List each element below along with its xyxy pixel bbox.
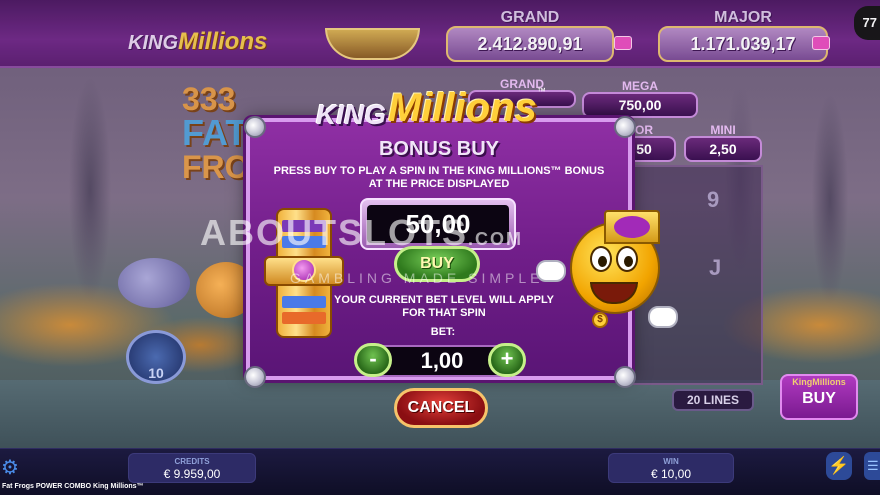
bet-label: BET: — [430, 326, 456, 338]
major-jackpot-value: 1.171.039,17 — [690, 34, 796, 54]
diamond-stud-icon — [614, 116, 636, 138]
header-logo-millions: Millions — [178, 28, 268, 55]
credits-display: CREDITS € 9.959,00 — [128, 453, 256, 483]
mini-jackpot-title: MINI — [710, 123, 736, 137]
game-name-label: Fat Frogs POWER COMBO King Millions™ — [2, 483, 144, 490]
mega-jackpot: MEGA 750,00 — [582, 79, 698, 118]
corner-badge[interactable]: 77 — [854, 6, 880, 40]
diamond-stud-icon — [244, 116, 266, 138]
diamond-stud-icon — [244, 366, 266, 388]
gem-icon — [614, 36, 632, 50]
glove-hand-icon — [648, 306, 678, 328]
king-millions-logo: KINGMillions™ — [316, 86, 546, 134]
mini-jackpot-value: 2,50 — [709, 141, 737, 157]
diamond-stud-icon — [614, 366, 636, 388]
side-bonus-buy-button[interactable]: KingMillions BUY — [780, 374, 858, 420]
reel-stripe — [282, 312, 326, 324]
crown-bowl-icon — [325, 28, 420, 60]
mega-jackpot-value: 750,00 — [618, 97, 662, 113]
reel-stripe — [282, 296, 326, 308]
logo-king: KING — [316, 99, 386, 130]
decrease-bet-button[interactable]: - — [354, 343, 392, 377]
grand-jackpot-value: 2.412.890,91 — [477, 34, 583, 54]
header-logo-king: KING — [128, 32, 178, 54]
watermark-main: ABOUTSLOTS — [200, 212, 468, 253]
pointing-hand-icon — [536, 260, 566, 282]
watermark-domain: .COM — [468, 229, 523, 249]
bet-stepper: 1,00 - + — [354, 343, 528, 379]
turbo-lightning-icon[interactable]: ⚡ — [826, 452, 852, 480]
watermark-tagline: GAMBLING MADE SIMPLE — [290, 270, 544, 286]
lines-indicator: 20 LINES — [672, 389, 754, 411]
increase-bet-button[interactable]: + — [488, 343, 526, 377]
major-jackpot-title: MAJOR — [714, 9, 772, 26]
logo-millions: Millions — [388, 86, 537, 130]
mascot-eye — [590, 246, 612, 272]
reel-symbol-9: 9 — [707, 187, 720, 212]
blue-frog-character — [118, 258, 190, 308]
coin-counter: 10 — [126, 330, 186, 384]
win-display: WIN € 10,00 — [608, 453, 734, 483]
grand-jackpot: GRAND 2.412.890,91 — [446, 9, 614, 62]
coin-counter-value: 10 — [148, 365, 164, 381]
reel-symbol-j: J — [709, 255, 722, 280]
top-header: KINGMillions GRAND 2.412.890,91 MAJOR 1.… — [0, 0, 880, 68]
grand-jackpot-title: GRAND — [500, 9, 560, 26]
mascot-eye — [616, 246, 638, 272]
logo-trademark: ™ — [536, 86, 546, 96]
dollar-coin-icon: $ — [592, 312, 608, 328]
mini-jackpot: MINI 2,50 — [684, 123, 762, 162]
header-game-logo: KINGMillions — [128, 28, 267, 56]
settings-gear-icon[interactable]: ⚙ — [0, 456, 20, 480]
watermark-logo: ABOUTSLOTS.COM — [200, 212, 523, 254]
dialog-title: BONUS BUY — [378, 138, 499, 160]
cancel-button[interactable]: CANCEL — [394, 388, 488, 428]
gem-icon — [812, 36, 830, 50]
crown-icon — [604, 210, 660, 244]
mascot-pupil — [624, 256, 633, 267]
mascot-pupil — [598, 256, 607, 267]
bet-level-note: YOUR CURRENT BET LEVEL WILL APPLY FOR TH… — [333, 294, 555, 319]
side-buy-logo: KingMillions — [792, 377, 846, 387]
win-label: WIN — [663, 457, 679, 466]
win-value: € 10,00 — [650, 467, 692, 481]
menu-icon[interactable]: ☰ — [864, 452, 880, 480]
crown-cap — [614, 216, 650, 238]
credits-label: CREDITS — [174, 457, 210, 466]
credits-value: € 9.959,00 — [163, 467, 221, 481]
side-buy-label: BUY — [802, 390, 836, 407]
minor-jackpot-value: 50 — [636, 141, 652, 157]
major-jackpot: MAJOR 1.171.039,17 — [658, 9, 828, 62]
dialog-description: PRESS BUY TO PLAY A SPIN IN THE KING MIL… — [273, 165, 605, 190]
mega-jackpot-title: MEGA — [622, 79, 658, 93]
